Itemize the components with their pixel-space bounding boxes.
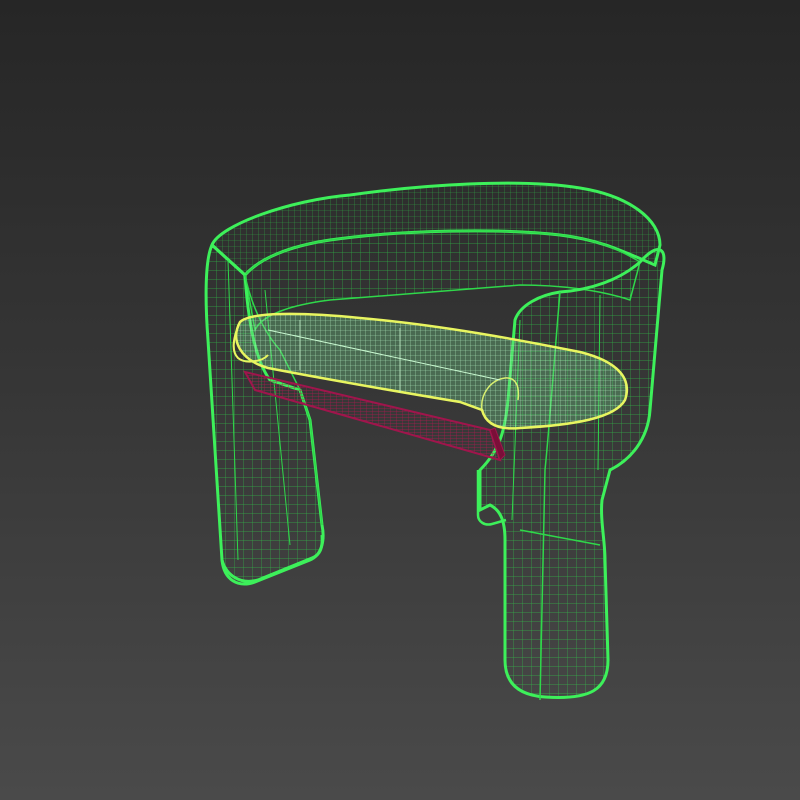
right-arm-leg: [478, 248, 666, 701]
3d-viewport[interactable]: [0, 0, 800, 800]
wireframe-scene: [204, 181, 666, 701]
